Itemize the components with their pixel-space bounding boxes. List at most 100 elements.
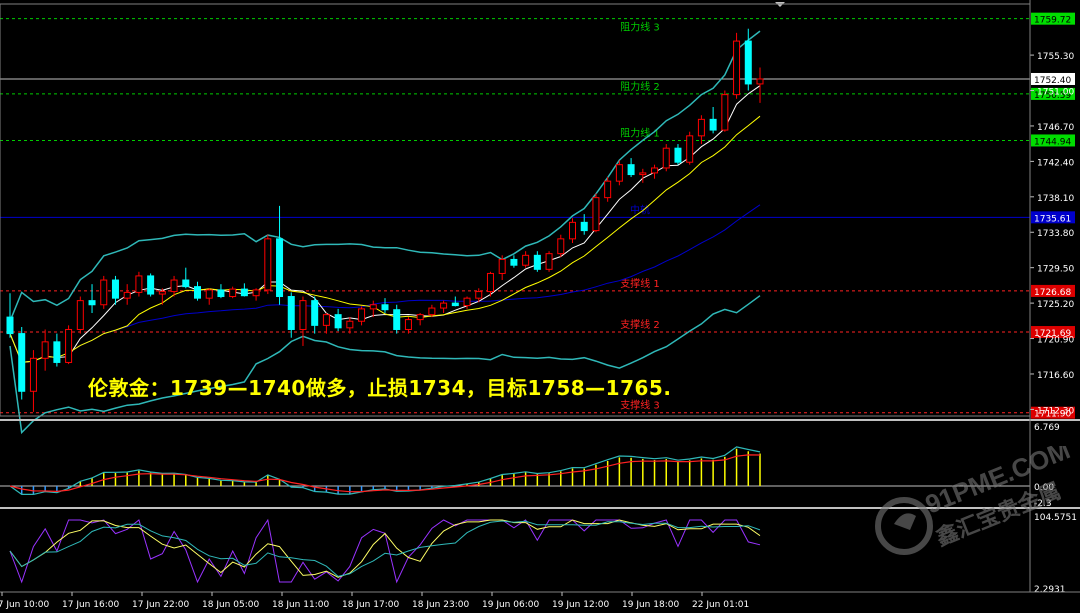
candle-body — [182, 279, 190, 288]
level-label: 阻力线 3 — [620, 21, 660, 34]
candle-body — [346, 320, 354, 329]
candle-body — [451, 302, 459, 307]
candle-body — [299, 300, 307, 330]
level-label: 支撑线 2 — [620, 318, 660, 331]
candle-body — [756, 78, 764, 85]
price-tick-label: 1729.50 — [1037, 265, 1074, 275]
candle-body — [6, 316, 14, 335]
candle-body — [65, 328, 73, 363]
candle-body — [557, 238, 565, 255]
time-tick-label: 19 Jun 06:00 — [482, 600, 539, 610]
candle-body — [393, 309, 401, 330]
candle-body — [404, 319, 412, 330]
level-price: 1759.72 — [1034, 16, 1071, 26]
candle-body — [627, 164, 635, 176]
level-label: 中轨 — [630, 203, 650, 216]
candle-body — [88, 300, 96, 306]
candle-body — [498, 258, 506, 274]
candle-body — [545, 253, 553, 270]
level-price: 1744.94 — [1034, 137, 1071, 147]
price-tick-label: 1742.40 — [1037, 158, 1074, 168]
candle-body — [744, 40, 752, 85]
candle-body — [194, 286, 201, 299]
candle-body — [686, 135, 694, 163]
candle-body — [111, 279, 119, 299]
current-price-label: 1752.40 — [1034, 76, 1071, 86]
candle-body — [76, 300, 84, 330]
level-price: 1726.68 — [1034, 288, 1071, 298]
time-tick-label: 19 Jun 12:00 — [552, 600, 609, 610]
level-label: 支撑线 1 — [620, 277, 660, 290]
candle-body — [416, 314, 424, 321]
candle-body — [674, 147, 682, 163]
candle-body — [615, 164, 623, 182]
candle-body — [29, 357, 37, 392]
candle-body — [18, 333, 26, 392]
price-tick-label: 1751.00 — [1037, 88, 1074, 98]
candle-body — [510, 258, 518, 266]
candle-body — [580, 221, 588, 232]
candle-body — [158, 291, 166, 295]
candle-body — [463, 297, 471, 307]
candle-body — [569, 221, 576, 240]
candle-body — [697, 118, 705, 137]
candle-body — [229, 288, 237, 298]
price-tick-label: 1716.60 — [1037, 371, 1074, 381]
candle-body — [53, 341, 61, 363]
candle-body — [592, 197, 600, 232]
candle-body — [240, 288, 248, 297]
candle-body — [381, 304, 389, 311]
price-tick-label: 1720.90 — [1037, 336, 1074, 346]
candle-body — [428, 307, 436, 316]
time-tick-label: 17 Jun 10:00 — [0, 600, 49, 610]
candle-body — [651, 167, 659, 174]
price-tick-label: 1725.20 — [1037, 300, 1074, 310]
candle-body — [205, 289, 213, 299]
brand-watermark: 91PME.COM 鑫汇宝贵金属 — [875, 446, 1074, 555]
candle-body — [147, 275, 155, 295]
candle-body — [264, 238, 272, 291]
main-frame — [0, 3, 1031, 417]
candle-body — [522, 254, 530, 266]
bollinger-lower — [9, 295, 761, 435]
price-tick-label: 1733.80 — [1037, 229, 1074, 239]
candle-body — [123, 291, 131, 299]
candle-body — [334, 314, 342, 329]
candle-body — [135, 275, 143, 293]
macd-tick-label: 6.769 — [1034, 423, 1060, 433]
candle-body — [533, 254, 541, 270]
candle-body — [322, 314, 330, 326]
time-tick-label: 17 Jun 16:00 — [62, 600, 119, 610]
candle-body — [170, 279, 178, 293]
time-tick-label: 19 Jun 18:00 — [622, 600, 679, 610]
candle-body — [287, 296, 295, 330]
candle-body — [486, 272, 494, 293]
candle-body — [41, 341, 49, 359]
candle-body — [733, 40, 741, 96]
candle-body — [217, 289, 225, 298]
level-label: 阻力线 2 — [620, 80, 660, 93]
time-tick-label: 18 Jun 11:00 — [272, 600, 329, 610]
candle-body — [639, 172, 647, 176]
time-tick-label: 18 Jun 23:00 — [412, 600, 469, 610]
price-tick-label: 1712.30 — [1037, 406, 1074, 416]
strategy-annotation: 伦敦金：1739—1740做多，止损1734，目标1758—1765. — [88, 376, 672, 400]
candle-body — [709, 118, 717, 131]
candle-body — [662, 147, 670, 169]
candle-body — [440, 302, 448, 309]
candle-body — [721, 94, 729, 131]
time-tick-label: 22 Jun 01:01 — [692, 600, 749, 610]
price-axis: 1755.30 1751.00 1746.70 1742.40 1738.10 1733.… — [1030, 52, 1074, 416]
time-tick-label: 17 Jun 22:00 — [132, 600, 189, 610]
price-tick-label: 1738.10 — [1037, 194, 1074, 204]
level-price: 1735.61 — [1034, 214, 1071, 224]
candle-body — [369, 304, 377, 310]
candle-body — [276, 238, 284, 298]
price-tick-label: 1746.70 — [1037, 123, 1074, 133]
candle-body — [604, 180, 612, 199]
oscillator-line-cyan — [9, 520, 761, 577]
candle-body — [100, 279, 108, 306]
oscillator-line-yellow — [9, 519, 761, 578]
time-tick-label: 18 Jun 05:00 — [202, 600, 259, 610]
oscillator-tick-label: 2.2931 — [1034, 585, 1066, 595]
